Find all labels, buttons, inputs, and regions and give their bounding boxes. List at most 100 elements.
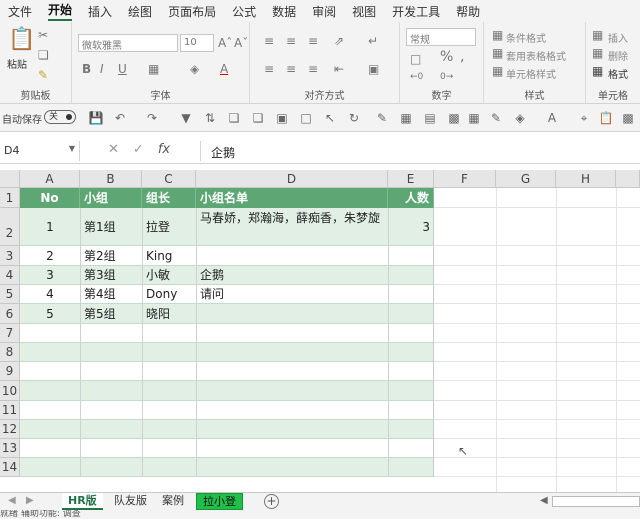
format-painter-icon[interactable]: ✎: [38, 68, 48, 82]
table-cell[interactable]: 第4组: [80, 285, 142, 304]
table-cell[interactable]: 1: [20, 208, 80, 246]
insert-comment-icon[interactable]: ✎: [374, 110, 390, 126]
menu-file[interactable]: 文件: [8, 3, 32, 20]
border-icon[interactable]: ▦: [148, 62, 159, 76]
sheet-tab-laxiaodeng[interactable]: 拉小登: [196, 493, 243, 510]
calculator-icon[interactable]: ▤: [422, 110, 438, 126]
align-center-icon[interactable]: ≡: [286, 62, 296, 76]
highlight-icon[interactable]: ▩: [446, 110, 462, 126]
increase-font-icon[interactable]: Aˆ: [218, 36, 232, 50]
decrease-font-icon[interactable]: Aˇ: [234, 36, 248, 50]
italic-button[interactable]: I: [100, 62, 104, 76]
row-header[interactable]: 13: [0, 439, 20, 458]
menu-data[interactable]: 数据: [272, 3, 296, 20]
delete-cells-button[interactable]: 删除: [608, 48, 628, 63]
accounting-icon[interactable]: □: [410, 52, 421, 66]
column-header[interactable]: B: [80, 170, 142, 188]
wrap-text-icon[interactable]: ↵: [368, 34, 378, 48]
font-color-icon[interactable]: A: [220, 62, 228, 76]
align-middle-icon[interactable]: ≡: [286, 34, 296, 48]
font-name-combo[interactable]: 微软雅黑: [78, 34, 178, 52]
merge-center-icon[interactable]: ▣: [368, 62, 379, 76]
scroll-left-icon[interactable]: ◀: [540, 494, 548, 508]
cancel-icon[interactable]: ✕: [108, 142, 119, 157]
paste-icon[interactable]: 📋: [8, 28, 35, 52]
table-cell[interactable]: Dony: [142, 285, 196, 304]
sort-icon[interactable]: ⇅: [202, 110, 218, 126]
column-header[interactable]: C: [142, 170, 196, 188]
table-cell[interactable]: 马春娇，郑瀚海，薛痴香，朱梦旋: [196, 208, 388, 246]
screenshot-icon[interactable]: ▣: [274, 110, 290, 126]
table-cell[interactable]: [196, 246, 388, 266]
refresh-icon[interactable]: ↻: [346, 110, 362, 126]
number-format-combo[interactable]: 常规: [406, 28, 476, 46]
align-top-icon[interactable]: ≡: [264, 34, 274, 48]
column-header[interactable]: G: [496, 170, 556, 188]
confirm-icon[interactable]: ✓: [133, 142, 144, 157]
undo-icon[interactable]: ↶: [112, 110, 128, 126]
prev-sheet-icon[interactable]: ◀: [8, 494, 16, 508]
table-cell[interactable]: 3: [388, 208, 434, 246]
table-cell[interactable]: 3: [20, 266, 80, 285]
align-left-icon[interactable]: ≡: [264, 62, 274, 76]
save-icon[interactable]: 💾: [88, 110, 104, 126]
row-header[interactable]: 5: [0, 285, 20, 304]
paste-values-icon[interactable]: ❏: [250, 110, 266, 126]
row-header[interactable]: 6: [0, 304, 20, 324]
table-cell[interactable]: 第5组: [80, 304, 142, 324]
table-cell[interactable]: 第2组: [80, 246, 142, 266]
row-header[interactable]: 1: [0, 188, 20, 208]
table-icon[interactable]: ▦: [398, 110, 414, 126]
conditional-format-button[interactable]: 条件格式: [506, 30, 546, 45]
table-cell[interactable]: [388, 266, 434, 285]
add-sheet-button[interactable]: +: [264, 494, 279, 509]
table-cell[interactable]: [388, 285, 434, 304]
horizontal-scrollbar[interactable]: [552, 496, 640, 507]
sheet-tab-teammate[interactable]: 队友版: [108, 493, 153, 510]
table-cell[interactable]: 第1组: [80, 208, 142, 246]
pointer-icon[interactable]: ↖: [322, 110, 338, 126]
table-cell[interactable]: 4: [20, 285, 80, 304]
orientation-icon[interactable]: ⇗: [334, 34, 344, 48]
row-header[interactable]: 10: [0, 381, 20, 401]
cut-icon[interactable]: ✂: [38, 28, 48, 42]
column-header[interactable]: F: [434, 170, 496, 188]
column-header[interactable]: D: [196, 170, 388, 188]
crop-icon[interactable]: ⌖: [576, 110, 592, 126]
row-header[interactable]: 3: [0, 246, 20, 266]
autosave-toggle[interactable]: 关: [44, 110, 76, 124]
row-header[interactable]: 7: [0, 324, 20, 343]
table-header-cell[interactable]: 人数: [388, 188, 434, 208]
select-icon[interactable]: □: [298, 110, 314, 126]
menu-developer[interactable]: 开发工具: [392, 3, 440, 20]
sheet-tab-hr[interactable]: HR版: [62, 493, 103, 510]
underline-button[interactable]: U: [118, 62, 127, 76]
fill-color-icon[interactable]: ◈: [190, 62, 199, 76]
grid-icon[interactable]: ▦: [466, 110, 482, 126]
formula-input[interactable]: 企鹅: [200, 141, 245, 161]
indent-icon[interactable]: ⇤: [334, 62, 344, 76]
brush-icon[interactable]: ✎: [488, 110, 504, 126]
menu-view[interactable]: 视图: [352, 3, 376, 20]
select-all-corner[interactable]: [0, 170, 20, 188]
row-header[interactable]: 8: [0, 343, 20, 362]
table-cell[interactable]: [388, 246, 434, 266]
menu-page-layout[interactable]: 页面布局: [168, 3, 216, 20]
format-as-table-button[interactable]: 套用表格格式: [506, 48, 566, 63]
filter-icon[interactable]: ▼: [178, 110, 194, 126]
copy-format-icon[interactable]: ❏: [226, 110, 242, 126]
menu-insert[interactable]: 插入: [88, 3, 112, 20]
align-bottom-icon[interactable]: ≡: [308, 34, 318, 48]
cell-styles-button[interactable]: 单元格样式: [506, 66, 556, 81]
table-header-cell[interactable]: No: [20, 188, 80, 208]
format-cells-button[interactable]: 格式: [608, 66, 628, 81]
table-cell[interactable]: 请问: [196, 285, 388, 304]
column-header[interactable]: E: [388, 170, 434, 188]
table-cell[interactable]: 拉登: [142, 208, 196, 246]
table-header-cell[interactable]: 小组名单: [196, 188, 388, 208]
table-cell[interactable]: [196, 304, 388, 324]
table-cell[interactable]: [388, 304, 434, 324]
redo-icon[interactable]: ↷: [144, 110, 160, 126]
table-header-cell[interactable]: 小组: [80, 188, 142, 208]
percent-icon[interactable]: %: [440, 50, 453, 64]
